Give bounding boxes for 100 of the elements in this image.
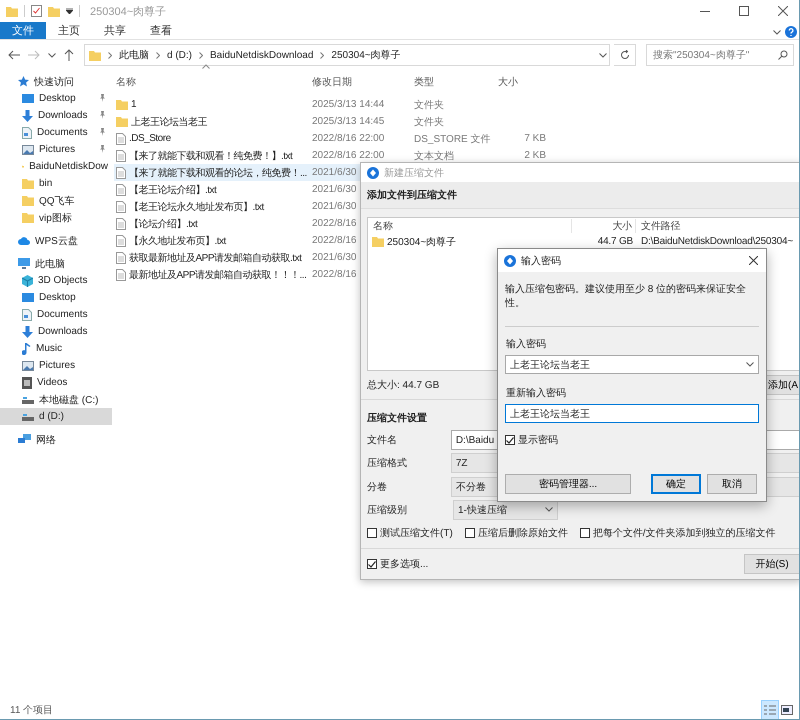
sidebar-item[interactable]: 此电脑 bbox=[0, 255, 112, 272]
chevron-right-icon bbox=[320, 52, 324, 58]
sidebar-item[interactable]: 网络 bbox=[0, 431, 112, 448]
file-row[interactable]: 【来了就能下载和观看！纯免费！】.txt 2022/8/16 22:00 文本文档 2 KB bbox=[114, 147, 546, 164]
column-header[interactable]: 文件路径 bbox=[636, 219, 799, 234]
ribbon-tab[interactable]: 共享 bbox=[92, 22, 138, 39]
column-header[interactable]: 修改日期 bbox=[310, 75, 412, 89]
search-field[interactable]: 搜索"250304~肉尊子" bbox=[646, 44, 794, 66]
sidebar-item[interactable]: Music bbox=[0, 340, 112, 357]
file-name: 1 bbox=[114, 99, 310, 110]
document-icon bbox=[116, 234, 126, 246]
column-header[interactable]: 大小 bbox=[496, 75, 546, 89]
file-date: 2022/8/16 bbox=[311, 235, 356, 246]
checkbox-option[interactable]: 更多选项... bbox=[367, 557, 428, 572]
sidebar-item[interactable]: Documents bbox=[0, 124, 112, 141]
sidebar-item[interactable]: 本地磁盘 (C:) bbox=[0, 391, 112, 408]
film-icon bbox=[22, 376, 32, 388]
checkbox[interactable] bbox=[367, 528, 377, 538]
desktop-icon bbox=[22, 292, 34, 302]
file-size: 2 KB bbox=[523, 150, 546, 161]
breadcrumb-item[interactable]: 此电脑 bbox=[119, 48, 149, 62]
file-row[interactable]: .DS_Store 2022/8/16 22:00 DS_STORE 文件 7 KB bbox=[114, 130, 546, 147]
chevron-down-icon bbox=[773, 30, 781, 34]
sidebar-item[interactable]: Documents bbox=[0, 306, 112, 323]
sidebar-item[interactable]: vip图标 bbox=[0, 209, 112, 226]
sidebar-item[interactable]: bin bbox=[0, 175, 112, 192]
checkbox[interactable] bbox=[580, 528, 590, 538]
ribbon-tab[interactable]: 文件 bbox=[0, 22, 46, 39]
breadcrumb-item[interactable]: d (D:) bbox=[167, 50, 192, 60]
document-icon bbox=[22, 308, 32, 320]
file-row[interactable]: 上老王论坛当老王 2025/3/13 14:45 文件夹 bbox=[114, 113, 546, 130]
dropdown-field[interactable]: 1-快速压缩 bbox=[453, 500, 558, 520]
document-icon bbox=[116, 166, 126, 178]
cube-icon bbox=[22, 274, 33, 286]
column-header[interactable]: 名称 bbox=[114, 75, 310, 89]
file-type: 文本文档 bbox=[413, 150, 454, 162]
column-header[interactable]: 名称 bbox=[368, 219, 572, 234]
breadcrumb-item[interactable]: BaiduNetdiskDownload bbox=[210, 50, 314, 60]
password-combo-field[interactable]: 上老王论坛当老王 bbox=[505, 355, 759, 374]
ribbon-tab[interactable]: 查看 bbox=[138, 22, 184, 39]
checkbox-option[interactable]: 测试压缩文件(T) bbox=[367, 526, 453, 540]
sidebar-item[interactable]: 3D Objects bbox=[0, 272, 112, 289]
computer-icon bbox=[18, 258, 30, 269]
desktop-icon bbox=[22, 94, 34, 104]
column-header[interactable]: 大小 bbox=[572, 219, 636, 234]
checkbox[interactable] bbox=[505, 435, 515, 445]
pin-icon bbox=[99, 111, 106, 119]
dialog-button[interactable]: 密码管理器... bbox=[505, 474, 631, 494]
list-item-name: 250304~肉尊子 bbox=[368, 234, 572, 249]
ribbon-tab[interactable]: 主页 bbox=[46, 22, 92, 39]
field-label: 文件名 bbox=[367, 434, 398, 448]
folder-icon bbox=[48, 6, 60, 16]
arrow-right-icon bbox=[28, 50, 40, 60]
chevron-down-icon bbox=[545, 507, 553, 512]
file-name: 【老王论坛介绍】.txt bbox=[114, 182, 310, 196]
sidebar-item[interactable]: Pictures bbox=[0, 357, 112, 374]
password-input-field[interactable]: 上老王论坛当老王 bbox=[505, 404, 759, 423]
sidebar-item[interactable]: Desktop bbox=[0, 289, 112, 306]
chevron-right-icon bbox=[199, 52, 203, 58]
sidebar-item[interactable]: d (D:) bbox=[0, 408, 112, 425]
sidebar-item[interactable]: Downloads bbox=[0, 107, 112, 124]
checkbox-option[interactable]: 压缩后删除原始文件 bbox=[464, 526, 568, 540]
dialog-button[interactable]: 确定 bbox=[651, 474, 701, 494]
column-header[interactable]: 类型 bbox=[412, 75, 496, 89]
breadcrumb-item[interactable]: 250304~肉尊子 bbox=[331, 48, 401, 62]
dialog-title: 输入密码 bbox=[521, 254, 562, 268]
music-note-icon bbox=[22, 342, 31, 354]
pin-icon bbox=[99, 128, 106, 136]
file-row[interactable]: 1 2025/3/13 14:44 文件夹 bbox=[114, 96, 546, 113]
document-icon bbox=[116, 150, 126, 162]
checkbox-option[interactable]: 显示密码 bbox=[505, 433, 759, 447]
file-name: 最新地址及APP请发邮箱自动获取！！！... bbox=[114, 268, 310, 282]
search-icon bbox=[778, 50, 788, 60]
chevron-down-icon bbox=[48, 52, 56, 58]
field-label: 压缩格式 bbox=[367, 456, 408, 470]
sidebar-item[interactable]: WPS云盘 bbox=[0, 232, 112, 249]
details-view-button[interactable] bbox=[761, 700, 779, 719]
sidebar-item[interactable]: Desktop bbox=[0, 90, 112, 107]
help-icon bbox=[785, 26, 797, 38]
checkbox-label: 压缩后删除原始文件 bbox=[478, 526, 568, 540]
drive-icon bbox=[22, 396, 34, 404]
sidebar-item[interactable]: 快速访问 bbox=[0, 73, 112, 90]
sidebar-item[interactable]: Pictures bbox=[0, 141, 112, 158]
file-row[interactable]: 最新地址及APP请发邮箱自动获取！！！... 2022/8/16 bbox=[114, 266, 546, 283]
sidebar-item[interactable]: BaiduNetdiskDow bbox=[0, 158, 112, 175]
checkbox[interactable] bbox=[464, 528, 475, 538]
checkbox-label: 更多选项... bbox=[380, 558, 428, 572]
total-size: 总大小: 44.7 GB bbox=[367, 378, 440, 392]
app-logo-icon bbox=[367, 166, 379, 179]
checkbox[interactable] bbox=[367, 559, 377, 570]
dialog-button[interactable]: 取消 bbox=[707, 474, 757, 494]
refresh-button[interactable] bbox=[614, 44, 636, 66]
sidebar-item[interactable]: Videos bbox=[0, 374, 112, 391]
file-date: 2021/6/30 bbox=[311, 184, 356, 195]
start-button[interactable]: 开始(S) bbox=[744, 554, 799, 574]
sidebar-item[interactable]: Downloads bbox=[0, 323, 112, 340]
sidebar-item[interactable]: QQ飞车 bbox=[0, 192, 112, 209]
folder-icon bbox=[22, 212, 34, 223]
chevron-right-icon bbox=[108, 52, 112, 58]
sort-caret-icon bbox=[202, 64, 210, 69]
